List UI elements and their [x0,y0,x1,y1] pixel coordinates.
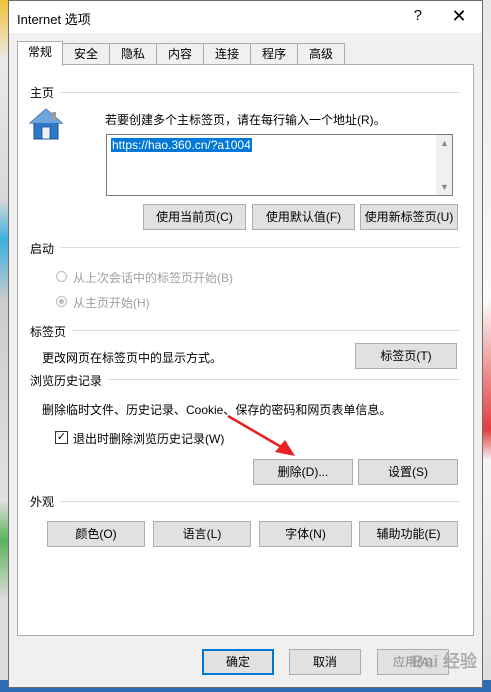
section-divider [28,330,460,331]
radio-last-session-label: 从上次会话中的标签页开始(B) [73,271,233,285]
delete-history-button[interactable]: 删除(D)... [253,459,353,485]
tab-advanced[interactable]: 高级 [297,43,345,64]
radio-home-page-label: 从主页开始(H) [73,296,150,310]
ok-button[interactable]: 确定 [202,649,274,675]
background-window-right [483,0,491,692]
tab-security[interactable]: 安全 [62,43,110,64]
cancel-button[interactable]: 取消 [289,649,361,675]
use-default-button[interactable]: 使用默认值(F) [252,204,355,230]
textarea-scrollbar[interactable]: ▲ ▼ [436,135,452,195]
scroll-down-icon[interactable]: ▼ [440,182,449,192]
delete-on-exit-label: 退出时删除浏览历史记录(W) [73,432,225,446]
red-arrow-annotation [227,414,295,456]
radio-last-session[interactable] [56,271,67,282]
close-icon[interactable]: ✕ [444,3,474,29]
general-tab-panel: 主页 若要创建多个主标签页，请在每行输入一个地址(R)。 https://hao… [17,64,474,636]
languages-button[interactable]: 语言(L) [153,521,251,547]
home-url-field[interactable]: https://hao.360.cn/?a1004 ▲ ▼ [106,134,453,196]
radio-selected-dot [59,299,64,304]
title-bar: Internet 选项 ? ✕ [9,1,482,33]
use-current-button[interactable]: 使用当前页(C) [143,204,246,230]
history-settings-button[interactable]: 设置(S) [358,459,458,485]
scroll-up-icon[interactable]: ▲ [440,138,449,148]
tabs-description: 更改网页在标签页中的显示方式。 [42,351,223,365]
watermark: Bai 经验 [411,652,477,671]
internet-options-dialog: Internet 选项 ? ✕ 常规 安全 隐私 内容 连接 程序 高级 主页 … [8,0,483,688]
window-title: Internet 选项 [17,12,91,27]
tab-general[interactable]: 常规 [17,41,63,66]
tabs-section-title: 标签页 [30,323,73,340]
home-instruction: 若要创建多个主标签页，请在每行输入一个地址(R)。 [105,113,386,127]
use-new-tab-button[interactable]: 使用新标签页(U) [360,204,458,230]
history-section-title: 浏览历史记录 [30,372,109,389]
tab-privacy[interactable]: 隐私 [109,43,157,64]
startup-section-title: 启动 [30,240,61,257]
appearance-section-title: 外观 [30,493,61,510]
section-divider [28,501,460,502]
tab-connections[interactable]: 连接 [203,43,251,64]
tab-programs[interactable]: 程序 [250,43,298,64]
colors-button[interactable]: 颜色(O) [47,521,145,547]
accessibility-button[interactable]: 辅助功能(E) [359,521,458,547]
home-url-value: https://hao.360.cn/?a1004 [111,138,252,152]
house-icon [28,108,64,140]
section-divider [28,247,460,248]
section-divider [28,92,460,93]
delete-on-exit-checkbox[interactable]: ✓ [55,431,68,444]
tab-content[interactable]: 内容 [156,43,204,64]
help-icon[interactable]: ? [414,7,422,24]
background-window-left [0,0,8,692]
home-section-title: 主页 [30,84,61,101]
history-description: 删除临时文件、历史记录、Cookie、保存的密码和网页表单信息。 [42,403,392,417]
tabs-settings-button[interactable]: 标签页(T) [355,343,457,369]
fonts-button[interactable]: 字体(N) [259,521,352,547]
radio-home-page[interactable] [56,296,67,307]
